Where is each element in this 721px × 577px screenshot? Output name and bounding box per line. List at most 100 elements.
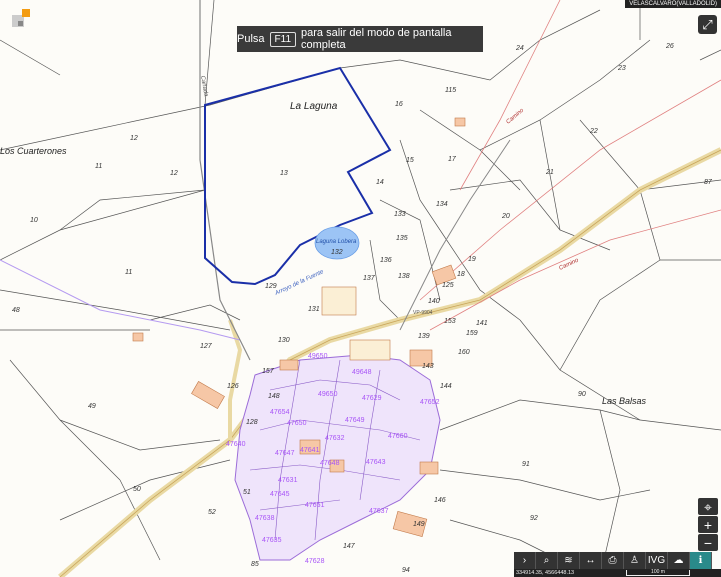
urban-ref: 47645 (270, 491, 290, 498)
parcel-label: 136 (380, 257, 392, 264)
zoom-out-button[interactable]: − (698, 534, 718, 551)
parcel-label: 18 (457, 271, 465, 278)
urban-ref: 49648 (352, 369, 372, 376)
urban-ref: 47647 (275, 450, 295, 457)
f11-key: F11 (269, 31, 297, 47)
parcel-label: 15 (406, 157, 414, 164)
scale-bar: 100 m (626, 570, 690, 576)
urban-ref: 47651 (305, 502, 325, 509)
parcel-label: 132 (331, 249, 343, 256)
place-label-los-cuarterones: Los Cuarterones (0, 146, 67, 156)
urban-ref: 47640 (226, 441, 246, 448)
next-icon: › (522, 555, 527, 566)
parcel-label: 128 (246, 419, 258, 426)
cloud-button[interactable]: ☁ (668, 552, 690, 569)
parcel-label: 23 (617, 65, 626, 72)
parcel-label: 20 (501, 213, 510, 220)
parcel-label: 13 (280, 170, 288, 177)
parcel-label: 10 (30, 217, 38, 224)
parcel-label: 51 (243, 489, 251, 496)
parcel-label: 91 (522, 461, 530, 468)
parcel-label: 90 (578, 391, 586, 398)
parcel-label: 126 (227, 383, 239, 390)
parcel-label: 125 (442, 282, 454, 289)
street-view-button[interactable]: ♙ (624, 552, 646, 569)
parcel-label: 134 (436, 201, 448, 208)
parcel-label: 16 (395, 101, 403, 108)
place-label-la-laguna: La Laguna (290, 101, 338, 112)
parcel-label: 135 (396, 235, 408, 242)
parcel-label: 49 (88, 403, 96, 410)
parcel-label: 87 (704, 179, 713, 186)
locate-button[interactable]: ⌖ (698, 498, 718, 515)
parcel-label: 17 (448, 156, 457, 163)
urban-ref: 47631 (278, 477, 298, 484)
urban-ref: 47628 (305, 558, 325, 565)
parcel-label: 50 (133, 486, 141, 493)
parcel-label: 131 (308, 306, 320, 313)
place-label-las-balsas: Las Balsas (602, 396, 647, 406)
ivg-button[interactable]: IVG (646, 552, 668, 569)
parcel-label: 127 (200, 343, 213, 350)
measure-icon: ↔ (585, 555, 596, 566)
urban-ref: 47635 (262, 537, 282, 544)
parcel-label: 24 (515, 45, 524, 52)
parcel-label: 14 (376, 179, 384, 186)
info-button[interactable]: ℹ (690, 552, 712, 569)
parcel-label: 147 (343, 543, 356, 550)
parcel-label: 130 (278, 337, 290, 344)
parcel-label: 19 (468, 256, 476, 263)
layers-button[interactable]: ≋ (558, 552, 580, 569)
print-button[interactable]: ⎙ (602, 552, 624, 569)
region-label: VELASCALVARO(VALLADOLID) (625, 0, 721, 8)
crosshair-icon: ⌖ (704, 498, 712, 515)
parcel-label: 21 (545, 169, 554, 176)
urban-ref: 47649 (345, 417, 365, 424)
parcel-label: 153 (444, 318, 456, 325)
urban-ref: 47648 (320, 460, 340, 467)
banner-post: para salir del modo de pantalla completa (301, 27, 452, 51)
parcel-label: 12 (130, 135, 138, 142)
parcel-label: 159 (466, 330, 478, 337)
measure-button[interactable]: ↔ (580, 552, 602, 569)
layers-icon: ≋ (564, 555, 573, 566)
fullscreen-banner: Pulsa F11 para salir del modo de pantall… (237, 26, 483, 52)
bottom-toolbar: › ⌕ ≋ ↔ ⎙ ♙ IVG ☁ ℹ (514, 552, 712, 569)
urban-ref: 47637 (369, 508, 389, 515)
parcel-label: 48 (12, 307, 20, 314)
parcel-label: 140 (428, 298, 440, 305)
urban-ref: 47652 (420, 399, 440, 406)
parcel-label: 148 (268, 393, 280, 400)
search-button[interactable]: ⌕ (536, 552, 558, 569)
parcel-label: 129 (265, 283, 277, 290)
urban-ref: 47650 (287, 420, 307, 427)
fullscreen-toggle-button[interactable]: ⤢ (698, 15, 717, 34)
zoom-in-button[interactable]: + (698, 516, 718, 533)
cloud-icon: ☁ (673, 555, 684, 566)
urban-ref: 49650 (308, 353, 328, 360)
parcel-label: 11 (125, 269, 132, 276)
next-button[interactable]: › (514, 552, 536, 569)
place-label-laguna-lobera: Laguna Lobera (316, 239, 357, 245)
parcel-label: 11 (95, 163, 102, 170)
parcel-label: 92 (530, 515, 538, 522)
urban-ref: 47638 (255, 515, 275, 522)
urban-ref: 49650 (318, 391, 338, 398)
print-icon: ⎙ (608, 555, 617, 566)
map-canvas[interactable]: 12 11 13 16 115 15 17 14 134 133 135 136… (0, 0, 721, 577)
app-logo[interactable] (10, 7, 34, 31)
ivg-label: IVG (647, 555, 666, 566)
parcel-label: 137 (363, 275, 376, 282)
parcel-label: 144 (440, 383, 452, 390)
expand-icon: ⤢ (702, 16, 713, 32)
parcel-label: 143 (422, 363, 434, 370)
parcel-label: 157 (262, 368, 275, 375)
urban-ref: 47643 (366, 459, 386, 466)
info-icon: ℹ (698, 555, 703, 566)
street-icon: ♙ (630, 555, 639, 566)
urban-ref: 47641 (300, 447, 320, 454)
minus-icon: − (703, 534, 713, 551)
parcel-label: 115 (445, 87, 456, 94)
parcel-label: 52 (208, 509, 216, 516)
road-label: VP-9904 (413, 310, 433, 316)
